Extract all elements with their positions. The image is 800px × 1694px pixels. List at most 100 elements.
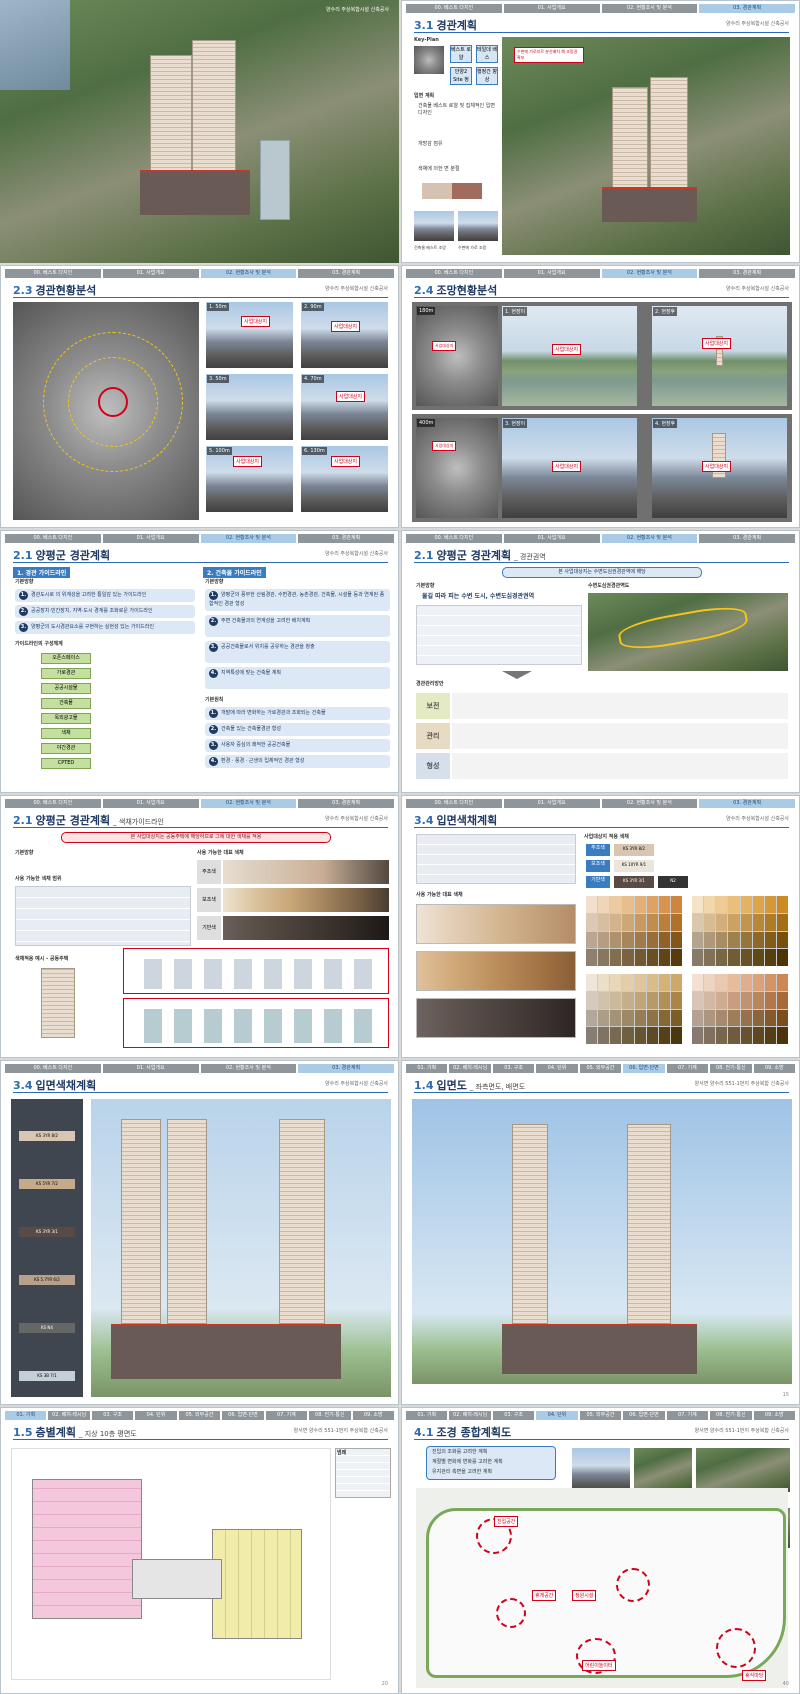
tab[interactable]: 05. 외부공간 [579,1064,622,1073]
tab[interactable]: 06. 입면·단면 [222,1411,264,1420]
tab[interactable]: 00. 베스트 다지인 [406,534,502,543]
tab[interactable]: 00. 베스트 다지인 [5,269,101,278]
tab[interactable]: 02. 배치·레시닝 [48,1411,90,1420]
tab-active[interactable]: 02. 현황조사 및 분석 [200,269,297,278]
plan-row-label: 형성 [416,753,450,779]
plan-point: 유지관리 측면을 고려한 계획 [432,1469,492,1475]
tab[interactable]: 05. 외부공간 [579,1411,622,1420]
tab[interactable]: 01. 사업개요 [503,4,600,13]
tab[interactable]: 03. 경관계획 [298,799,394,808]
tab[interactable]: 01. 사업개요 [503,269,600,278]
tab-active[interactable]: 03. 경관계획 [699,4,795,13]
tab[interactable]: 01. 사업개요 [102,534,199,543]
tab-bar: 00. 베스트 다지인 01. 사업개요 02. 현황조사 및 분석 03. 경… [406,4,795,13]
tab-active[interactable]: 04. 단위 [536,1411,578,1420]
tab-active[interactable]: 02. 현황조사 및 분석 [200,799,297,808]
tab[interactable]: 04. 단위 [536,1064,578,1073]
view-map-2 [416,418,498,518]
section-number: 3.4 [13,1079,33,1092]
tab[interactable]: 01. 사업개요 [503,534,600,543]
view-label: 2. 현장후 [653,307,678,316]
space-label: 진입공간 [494,1516,519,1527]
tab[interactable]: 00. 베스트 다지인 [406,799,502,808]
tab-active[interactable]: 02. 현황조사 및 분석 [601,534,698,543]
title-rule [13,562,388,563]
structure-block: 옥외광고물 [41,713,91,724]
tab[interactable]: 08. 전기·통신 [309,1411,351,1420]
tab[interactable]: 01. 사업개요 [503,799,600,808]
tab[interactable]: 02. 현황조사 및 분석 [601,4,698,13]
munsell-chart [692,974,788,1044]
direction-item: 2. 주변 건축물과의 연계성을 고려한 배치계획 [205,615,390,637]
thumb-3 [206,374,293,440]
tab-active[interactable]: 02. 현황조사 및 분석 [601,269,698,278]
section-number: 3.4 [414,814,434,827]
structure-block: 색채 [41,728,91,739]
tab-bar: 01. 기획 02. 배치·레시닝 03. 구조 04. 단위 05. 외부공간… [406,1064,795,1073]
page-title: 4.1 조경 종합계획도 [414,1424,511,1440]
thumb-label: 1. 50m [207,303,229,311]
tab[interactable]: 09. 소방 [753,1411,795,1420]
tab[interactable]: 00. 베스트 다지인 [5,799,101,808]
guideline-item: 2. 공공장치·민간장치, 지역·도시 경계를 조화로운 가이드라인 [15,605,195,618]
tab[interactable]: 07. 기계 [265,1411,308,1420]
tab[interactable]: 03. 경관계획 [699,269,795,278]
section-badge: 2. 건축물 가이드라인 [203,567,266,578]
tab-active[interactable]: 03. 경관계획 [298,1064,394,1073]
tab-active[interactable]: 01. 기획 [5,1411,47,1420]
tab[interactable]: 01. 사업개요 [102,1064,199,1073]
landscape-photo [634,1448,692,1492]
photo-caption: 건축물 베스트 조망 [414,245,446,250]
title-rule [414,32,789,33]
tab[interactable]: 00. 베스트 다지인 [5,534,101,543]
site-marker: 사업대상지 [552,461,582,472]
tab[interactable]: 03. 경관계획 [298,534,394,543]
tab-active[interactable]: 06. 입면·단면 [623,1064,665,1073]
tab[interactable]: 03. 구조 [492,1064,535,1073]
tab[interactable]: 07. 기계 [666,1411,709,1420]
section-subtitle: _ 색채가이드라인 [113,818,164,826]
page-title: 1.5 층별계획 _ 지상 10층 평면도 [13,1424,137,1440]
page-title: 1.4 입면도 _ 좌측면도, 배면도 [414,1077,525,1093]
tab[interactable]: 07. 기계 [666,1064,709,1073]
tab[interactable]: 03. 경관계획 [699,534,795,543]
title-rule [414,562,789,563]
tab[interactable]: 02. 배치·레시닝 [449,1411,491,1420]
tab[interactable]: 05. 외부공간 [178,1411,221,1420]
plan-row-label: 보조색 [586,860,610,872]
tab-active[interactable]: 03. 경관계획 [699,799,795,808]
tab-active[interactable]: 02. 현황조사 및 분석 [200,534,297,543]
tab[interactable]: 02. 배치·레시닝 [449,1064,491,1073]
section-title: 경관현황분석 [35,284,97,297]
tab[interactable]: 03. 구조 [492,1411,535,1420]
tab[interactable]: 08. 전기·통신 [710,1411,752,1420]
tab[interactable]: 01. 기획 [406,1411,448,1420]
tab[interactable]: 09. 소방 [753,1064,795,1073]
tab[interactable]: 02. 현황조사 및 분석 [200,1064,297,1073]
tab[interactable]: 01. 사업개요 [102,269,199,278]
tab[interactable]: 02. 현황조사 및 분석 [601,799,698,808]
tab[interactable]: 03. 구조 [91,1411,134,1420]
panel-elevation: 01. 기획 02. 배치·레시닝 03. 구조 04. 단위 05. 외부공간… [401,1060,800,1405]
tab[interactable]: 00. 베스트 다지인 [406,269,502,278]
tab-bar: 00. 베스트 다지인 01. 사업개요 02. 현황조사 및 분석 03. 경… [5,1064,394,1073]
tab[interactable]: 06. 입면·단면 [623,1411,665,1420]
tab[interactable]: 08. 전기·통신 [710,1064,752,1073]
title-rule [414,297,789,298]
panel-color-guideline: 00. 베스트 다지인 01. 사업개요 02. 현황조사 및 분석 03. 경… [0,795,399,1058]
presentation-grid: 양수리 주상복합시설 신축공사 00. 베스트 다지인 01. 사업개요 02.… [0,0,800,1694]
direction-item: 3. 공공건축물로서 위치를 공유하는 경관을 창출 [205,641,390,663]
tab[interactable]: 00. 베스트 다지인 [406,4,502,13]
concept-box: 안양2 Site 정비 [450,67,472,85]
munsell-chart [586,974,682,1044]
tab[interactable]: 03. 경관계획 [298,269,394,278]
section-title: 입면색채계획 [35,1079,97,1092]
subheading: 기본방향 [205,579,224,585]
page-title: 2.4 조망현황분석 [414,282,497,298]
tab[interactable]: 04. 단위 [135,1411,177,1420]
thumb-label: 6. 130m [302,447,327,455]
tab[interactable]: 09. 소방 [352,1411,394,1420]
tab[interactable]: 00. 베스트 다지인 [5,1064,101,1073]
tab[interactable]: 01. 기획 [406,1064,448,1073]
tab[interactable]: 01. 사업개요 [102,799,199,808]
